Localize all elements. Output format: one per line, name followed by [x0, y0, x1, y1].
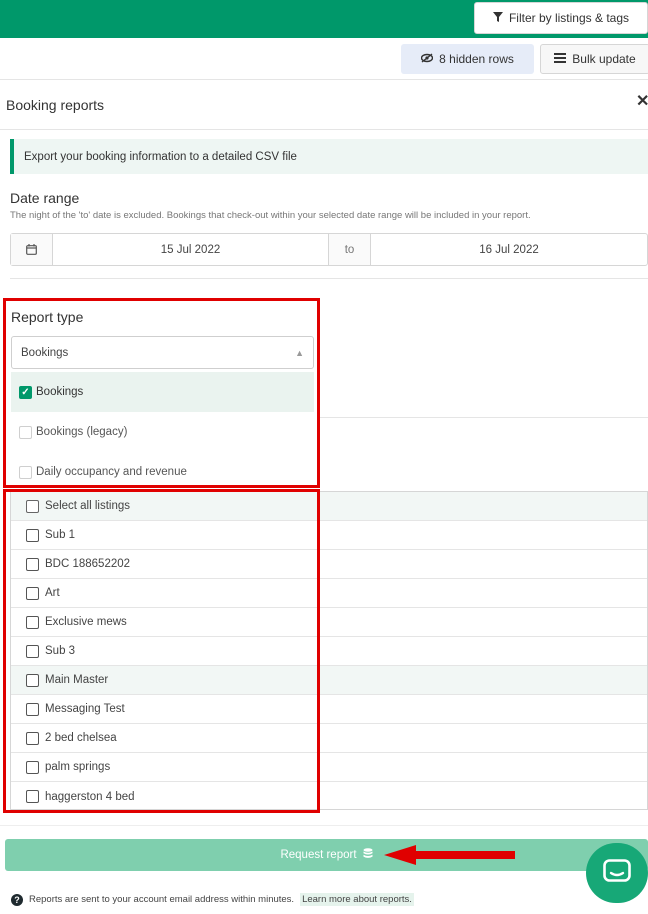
chat-icon [603, 858, 631, 888]
divider [0, 129, 648, 130]
database-icon [363, 848, 373, 862]
bulk-update-button[interactable]: Bulk update [540, 44, 648, 74]
divider [318, 417, 648, 418]
close-icon[interactable]: ✕ [636, 91, 648, 111]
bulk-update-label: Bulk update [572, 52, 636, 66]
annotation-arrow [384, 845, 515, 865]
footer-note-text: Reports are sent to your account email a… [29, 894, 295, 905]
filter-icon [492, 11, 503, 25]
learn-more-link[interactable]: Learn more about reports. [300, 893, 414, 906]
footer-note: ? Reports are sent to your account email… [11, 893, 414, 906]
eye-slash-icon [420, 52, 434, 66]
divider [10, 278, 648, 279]
filter-button[interactable]: Filter by listings & tags [474, 2, 648, 34]
hidden-rows-button[interactable]: 8 hidden rows [401, 44, 534, 74]
calendar-icon[interactable] [11, 234, 53, 265]
request-report-button[interactable]: Request report [5, 839, 648, 871]
list-icon [554, 52, 567, 66]
modal-title: Booking reports [6, 97, 105, 113]
date-from-input[interactable]: 15 Jul 2022 [53, 234, 329, 265]
hidden-rows-label: 8 hidden rows [439, 52, 514, 66]
date-range-picker: 15 Jul 2022 to 16 Jul 2022 [10, 233, 648, 266]
highlight-box-listings [3, 489, 320, 813]
help-icon: ? [11, 893, 23, 906]
highlight-box-report-type [3, 298, 320, 488]
date-range-title: Date range [10, 190, 80, 206]
date-until-input[interactable]: 16 Jul 2022 [371, 234, 647, 265]
request-report-label: Request report [280, 849, 357, 861]
date-to-label: to [329, 234, 371, 265]
date-range-hint: The night of the 'to' date is excluded. … [10, 210, 531, 221]
chat-button[interactable] [586, 843, 648, 903]
filter-button-label: Filter by listings & tags [508, 11, 630, 25]
info-banner: Export your booking information to a det… [10, 139, 648, 174]
divider [0, 825, 648, 826]
